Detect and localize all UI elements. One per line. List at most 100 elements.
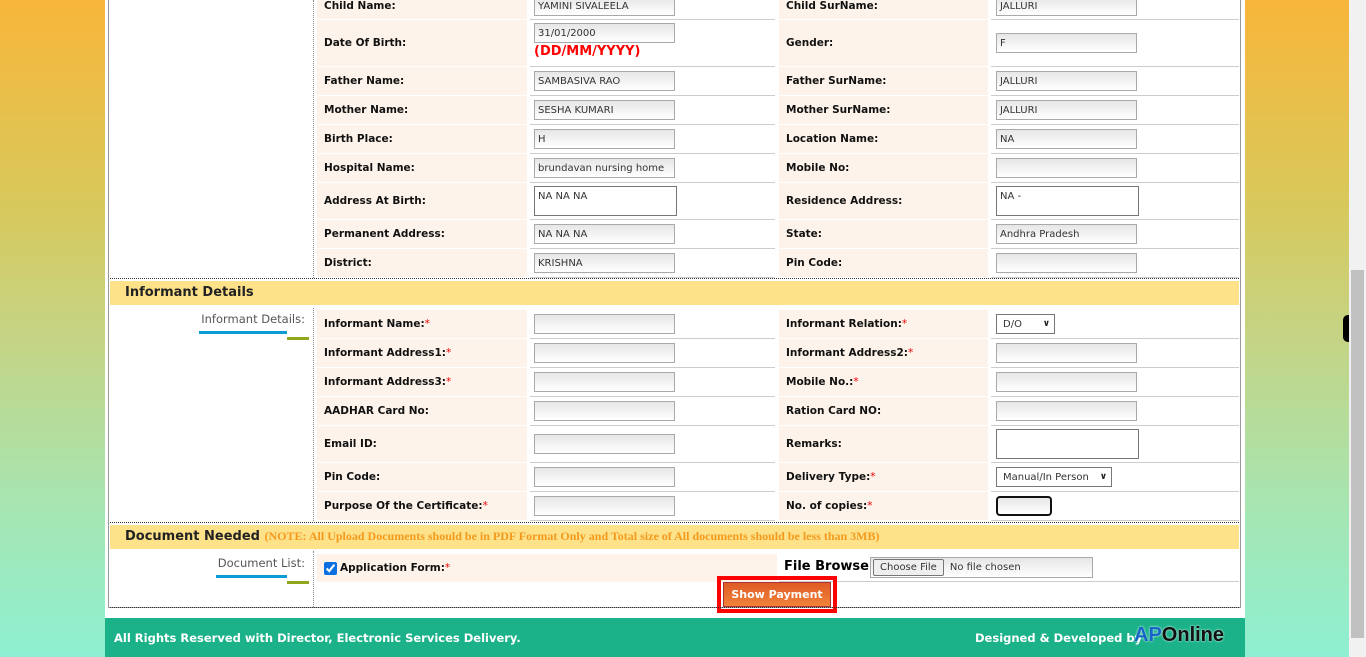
file-input[interactable]: Choose File No file chosen [870, 557, 1093, 578]
row-divider [530, 219, 775, 220]
row-divider [991, 462, 1239, 463]
mobile-no-input[interactable] [996, 372, 1137, 392]
field-label: Hospital Name: [324, 162, 415, 174]
section-divider [110, 607, 1239, 608]
pin-code-input[interactable] [534, 467, 675, 487]
label-gender: Gender: [779, 20, 988, 66]
field-label: Date Of Birth: [324, 37, 407, 49]
remarks-textarea[interactable] [996, 429, 1139, 459]
application-form-label: Application Form: [340, 562, 445, 574]
mother-name-input[interactable]: SESHA KUMARI [534, 100, 675, 120]
required-mark: * [424, 318, 430, 330]
label-mobile-no: Mobile No: [779, 154, 988, 182]
delivery-type-select[interactable]: Manual/In Person ∨ [996, 467, 1112, 487]
mother-surname-input[interactable]: JALLURI [996, 100, 1137, 120]
informant-side-label: Informant Details: [201, 312, 305, 326]
row-divider [530, 19, 775, 20]
section-divider [110, 522, 1239, 523]
child-surname-input[interactable]: JALLURI [996, 0, 1137, 16]
pin-code-input[interactable] [996, 253, 1137, 273]
father-name-input[interactable]: SAMBASIVA RAO [534, 71, 675, 91]
field-label: Pin Code: [786, 257, 843, 269]
label-ration-card-no: Ration Card NO: [779, 397, 988, 425]
field-label: Mobile No: [786, 162, 850, 174]
birth-place-input[interactable]: H [534, 129, 675, 149]
father-surname-input[interactable]: JALLURI [996, 71, 1137, 91]
field-label: Purpose Of the Certificate: [324, 500, 483, 512]
field-label: Informant Address1: [324, 347, 446, 359]
choose-file-button[interactable]: Choose File [873, 559, 944, 576]
label-mobile-no: Mobile No.: * [779, 368, 988, 396]
field-label: Remarks: [786, 438, 842, 450]
label-child-surname: Child SurName: [779, 0, 988, 19]
field-label: Child SurName: [786, 0, 878, 12]
gender-input[interactable]: F [996, 33, 1137, 53]
column-divider [313, 551, 314, 607]
label-district: District: [317, 249, 527, 277]
row-divider [991, 367, 1239, 368]
required-mark: * [445, 376, 452, 388]
purpose-of-the-certificate-input[interactable] [534, 496, 675, 516]
field-label: Birth Place: [324, 133, 393, 145]
informant-relation-select[interactable]: D/O ∨ [996, 314, 1055, 334]
label-email-id: Email ID: [317, 426, 527, 462]
required-mark: * [870, 471, 876, 483]
field-label: Child Name: [324, 0, 396, 12]
row-divider [530, 338, 775, 339]
row-divider [530, 95, 775, 96]
address-at-birth-textarea[interactable]: NA NA NA [534, 186, 677, 216]
documents-side-label: Document List: [217, 556, 305, 570]
label-mother-surname: Mother SurName: [779, 96, 988, 124]
permanent-address-input[interactable]: NA NA NA [534, 224, 675, 244]
column-divider [313, 308, 314, 521]
footer-designed-by: Designed & Developed by [975, 631, 1143, 645]
scrollbar-thumb[interactable] [1351, 270, 1364, 638]
label-delivery-type: Delivery Type: * [779, 463, 988, 491]
selected-option: D/O [1003, 318, 1022, 330]
row-divider [991, 338, 1239, 339]
row-divider [530, 182, 775, 183]
email-id-input[interactable] [534, 434, 675, 454]
label-informant-relation: Informant Relation: * [779, 310, 988, 338]
show-payment-button[interactable]: Show Payment [723, 582, 831, 607]
section-divider [110, 278, 1239, 279]
child-name-input[interactable]: YAMINI SIVALEELA [534, 0, 675, 16]
row-divider [991, 396, 1239, 397]
informant-address2-input[interactable] [996, 343, 1137, 363]
file-browse-label: File Browse [784, 559, 869, 574]
row-divider [991, 491, 1239, 492]
documents-section-header: Document Needed (NOTE: All Upload Docume… [110, 525, 1239, 549]
informant-address1-input[interactable] [534, 343, 675, 363]
informant-address3-input[interactable] [534, 372, 675, 392]
label-pin-code: Pin Code: [779, 249, 988, 277]
label-location-name: Location Name: [779, 125, 988, 153]
application-form-checkbox[interactable] [324, 561, 337, 575]
row-divider [530, 396, 775, 397]
row-divider [530, 367, 775, 368]
field-label: Mother SurName: [786, 104, 891, 116]
no-of-copies-input[interactable] [996, 496, 1052, 516]
label-mother-name: Mother Name: [317, 96, 527, 124]
field-label: Location Name: [786, 133, 879, 145]
residence-address-textarea[interactable]: NA - [996, 186, 1139, 216]
aadhar-card-no-input[interactable] [534, 401, 675, 421]
row-divider [991, 520, 1239, 521]
documents-title: Document Needed [125, 529, 260, 544]
date-of-birth-input[interactable]: 31/01/2000 [534, 23, 675, 43]
field-label: Informant Relation: [786, 318, 902, 330]
ration-card-no-input[interactable] [996, 401, 1137, 421]
hospital-name-input[interactable]: brundavan nursing home [534, 158, 675, 178]
district-input[interactable]: KRISHNA [534, 253, 675, 273]
row-divider [530, 66, 775, 67]
location-name-input[interactable]: NA [996, 129, 1137, 149]
label-aadhar-card-no: AADHAR Card No: [317, 397, 527, 425]
informant-name-input[interactable] [534, 314, 675, 334]
field-label: District: [324, 257, 372, 269]
footer: All Rights Reserved with Director, Elect… [105, 618, 1245, 657]
row-divider [530, 491, 775, 492]
informant-title: Informant Details [125, 285, 254, 300]
row-divider [991, 19, 1239, 20]
mobile-no-input[interactable] [996, 158, 1137, 178]
aponline-logo: APOnline [1134, 624, 1225, 646]
state-input[interactable]: Andhra Pradesh [996, 224, 1137, 244]
